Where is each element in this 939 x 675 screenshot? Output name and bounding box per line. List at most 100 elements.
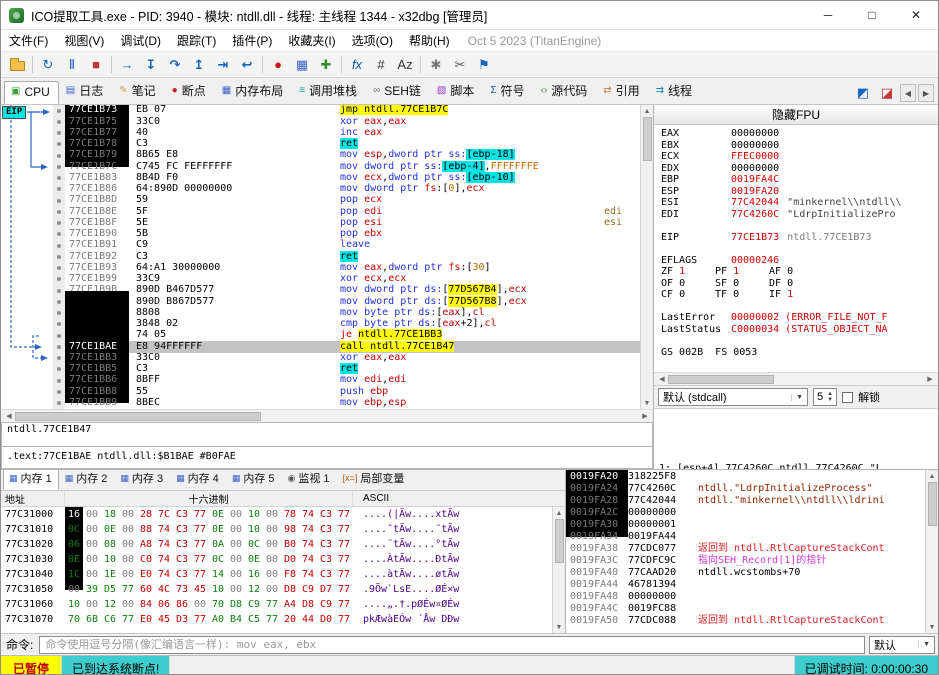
dump-vscrollbar[interactable]: ▲ ▼ (552, 507, 565, 633)
menu-item-5[interactable]: 插件(P) (224, 30, 280, 51)
dump-tab-locals[interactable]: [x=] 局部变量 (337, 470, 412, 490)
tab-symbols[interactable]: Σ 符号 (483, 78, 533, 104)
scissors-icon[interactable]: ✂ (448, 54, 472, 76)
breakpoint-gutter[interactable] (53, 341, 65, 353)
disasm-vscrollbar[interactable]: ▲ ▼ (640, 105, 653, 409)
scroll-up-arrow[interactable]: ▲ (556, 507, 563, 519)
command-input[interactable] (39, 635, 865, 654)
breakpoint-gutter[interactable] (53, 240, 65, 252)
az-icon[interactable]: Az (393, 54, 417, 76)
close-button[interactable]: ✕ (894, 1, 938, 29)
dump-tab-watch-1[interactable]: ◉ 监视 1 (282, 470, 337, 490)
argument-count-stepper[interactable]: 5 ▲ ▼ (813, 388, 838, 406)
trace-view-icon[interactable]: ◩ (851, 82, 875, 104)
scroll-down-arrow[interactable]: ▼ (929, 621, 936, 633)
step-out-icon[interactable]: ↥ (187, 54, 211, 76)
hide-fpu-button[interactable]: 隐藏FPU (654, 105, 938, 125)
breakpoint-gutter[interactable] (53, 251, 65, 263)
breakpoint-gutter[interactable] (53, 307, 65, 319)
dump-row[interactable]: 77C31070 70 6B C6 77 E0 45 D3 77 A0 B4 C5 77 20 44 D0 77… (1, 612, 552, 627)
scroll-right-arrow[interactable]: ▶ (924, 375, 936, 383)
hash-icon[interactable]: # (369, 54, 393, 76)
menu-item-8[interactable]: 帮助(H) (401, 30, 458, 51)
breakpoint-gutter[interactable] (53, 127, 65, 139)
breakpoint-gutter[interactable] (53, 183, 65, 195)
tab-scroll-left-button[interactable]: ◀ (900, 84, 916, 102)
tab-references[interactable]: ⇄ 引用 (596, 78, 648, 104)
breakpoint-gutter[interactable] (53, 375, 65, 387)
tab-script[interactable]: ▧ 脚本 (430, 78, 483, 104)
breakpoint-gutter[interactable] (53, 195, 65, 207)
scroll-thumb[interactable] (668, 374, 775, 384)
breakpoint-gutter[interactable] (53, 217, 65, 229)
argument-row[interactable]: 1: [esp+4] 77C4260C ntdll.77C4260C "L (659, 411, 938, 469)
fx-icon[interactable]: fx (345, 54, 369, 76)
argument-row[interactable]: 3: [esp+C] 00000000 00000000 (659, 434, 938, 446)
settings-icon[interactable]: ✱ (424, 54, 448, 76)
scroll-up-arrow[interactable]: ▲ (929, 470, 936, 482)
step-into-icon[interactable]: ↧ (139, 54, 163, 76)
scroll-thumb[interactable] (554, 519, 564, 563)
dump-tab-dump-2[interactable]: ▦ 内存 2 (59, 470, 115, 490)
command-profile-select[interactable]: 默认 ▼ (869, 635, 935, 654)
breakpoint-gutter[interactable] (53, 273, 65, 285)
stack-row[interactable]: 0019FA50 77CDC088 返回到 ntdll.RtlCaptureStac… (566, 615, 925, 627)
dump-tab-dump-4[interactable]: ▦ 内存 4 (170, 470, 226, 490)
memory-map-icon[interactable]: ▦ (290, 54, 314, 76)
tab-seh-chain[interactable]: ∞ SEH链 (366, 78, 430, 104)
menu-item-4[interactable]: 跟踪(T) (169, 30, 224, 51)
stepper-down-icon[interactable]: ▼ (827, 397, 833, 403)
breakpoint-gutter[interactable] (53, 116, 65, 128)
tab-call-stack[interactable]: ≡ 调用堆栈 (292, 78, 366, 104)
breakpoint-gutter[interactable] (53, 330, 65, 342)
tab-source[interactable]: ‹› 源代码 (534, 78, 597, 104)
tab-threads[interactable]: ⇉ 线程 (649, 78, 701, 104)
tab-breakpoints[interactable]: ● 断点 (165, 78, 215, 104)
step-over-icon[interactable]: ↷ (163, 54, 187, 76)
argument-row[interactable]: 2: [esp+8] 77C42044 ntdll.77C42044 "m (659, 423, 938, 435)
registers-view[interactable]: EAX 00000000 EBX 00000000 ECX FFEC0000 EDX 0000… (654, 125, 938, 372)
plugin-flag-icon[interactable]: ⚑ (472, 54, 496, 76)
breakpoint-gutter[interactable] (53, 285, 65, 297)
breakpoint-icon[interactable]: ● (266, 54, 290, 76)
scroll-down-arrow[interactable]: ▼ (556, 621, 563, 633)
stack-vscrollbar[interactable]: ▲ ▼ (925, 470, 938, 633)
patch-icon[interactable]: ✚ (314, 54, 338, 76)
menu-item-2[interactable]: 视图(V) (56, 30, 112, 51)
tab-log[interactable]: ▤ 日志 (59, 78, 112, 104)
breakpoint-gutter[interactable] (53, 228, 65, 240)
argument-row[interactable]: 4: [esp+10] 00000001 00000001 (659, 446, 938, 458)
run-to-user-code-icon[interactable]: ⇥ (211, 54, 235, 76)
breakpoint-gutter[interactable] (53, 138, 65, 150)
dump-tab-dump-3[interactable]: ▦ 内存 3 (114, 470, 170, 490)
tab-scroll-right-button[interactable]: ▶ (918, 84, 934, 102)
breakpoint-gutter[interactable] (53, 318, 65, 330)
tab-memory-map[interactable]: ▦ 内存布局 (215, 78, 292, 104)
breakpoint-gutter[interactable] (53, 105, 65, 117)
breakpoint-gutter[interactable] (53, 150, 65, 162)
breakpoint-gutter[interactable] (53, 172, 65, 184)
scroll-thumb[interactable] (927, 482, 937, 526)
breakpoint-gutter[interactable] (53, 397, 65, 409)
execute-till-return-icon[interactable]: ↩ (235, 54, 259, 76)
breakpoint-gutter[interactable] (53, 386, 65, 398)
breakpoint-gutter[interactable] (53, 296, 65, 308)
pause-icon[interactable]: Ⅱ (60, 54, 84, 76)
maximize-button[interactable]: □ (850, 1, 894, 29)
dump-view[interactable]: 77C31000 16 00 18 00 28 7C C3 77 0E 00 10 00 78 74 C3 77… (1, 507, 552, 633)
breakpoint-gutter[interactable] (53, 363, 65, 375)
scroll-up-arrow[interactable]: ▲ (644, 105, 651, 117)
menu-item-6[interactable]: 收藏夹(I) (280, 30, 343, 51)
scroll-down-arrow[interactable]: ▼ (644, 397, 651, 409)
restart-icon[interactable]: ↻ (36, 54, 60, 76)
scroll-thumb[interactable] (642, 117, 652, 161)
disassembly-view[interactable]: EIP 77CE1B73 EB 07 jmp ntdll.77CE1B7C 77CE1… (1, 105, 653, 409)
open-file-icon[interactable] (5, 54, 29, 76)
stop-icon[interactable]: ■ (84, 54, 108, 76)
scroll-thumb[interactable] (15, 411, 262, 421)
dump-tab-dump-5[interactable]: ▦ 内存 5 (226, 470, 282, 490)
stepper-arrows[interactable]: ▲ ▼ (827, 391, 833, 403)
menu-item-1[interactable]: 文件(F) (1, 30, 56, 51)
breakpoint-gutter[interactable] (53, 262, 65, 274)
minimize-button[interactable]: ─ (806, 1, 850, 29)
